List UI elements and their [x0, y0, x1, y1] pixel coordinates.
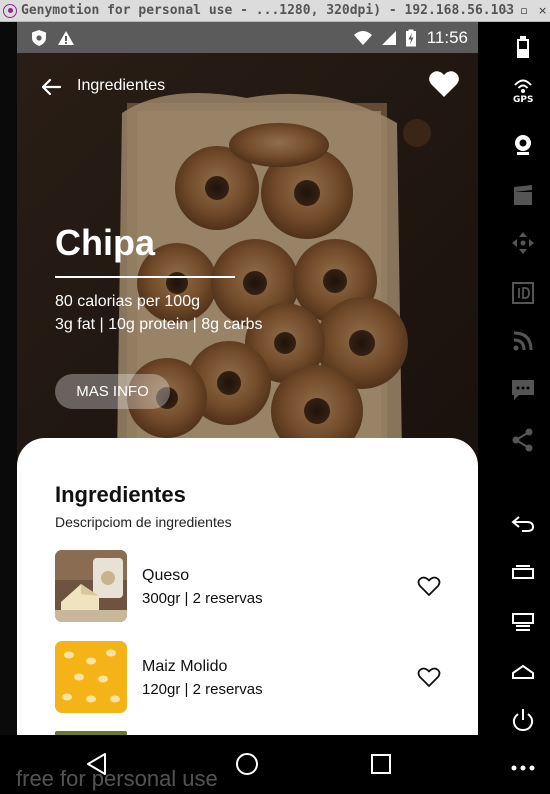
- status-time: 11:56: [426, 27, 468, 47]
- app-bar-title: Ingredientes: [77, 77, 166, 94]
- cheese-thumbnail: [55, 550, 127, 622]
- dish-title: Chipa: [55, 222, 156, 263]
- list-item[interactable]: Maiz Molido 120gr | 2 reservas: [55, 641, 445, 713]
- ingredient-meta: 300gr | 2 reservas: [142, 590, 263, 607]
- heart-filled-icon[interactable]: [428, 69, 460, 99]
- ingredients-description: Descripciom de ingredientes: [55, 514, 232, 530]
- chat-icon[interactable]: [510, 377, 536, 403]
- window-title-bar: Genymotion for personal use - ...1280, 3…: [0, 0, 550, 22]
- list-item[interactable]: Queso 300gr | 2 reservas: [55, 550, 445, 622]
- wifi-icon: [353, 30, 372, 45]
- move-icon[interactable]: [510, 230, 536, 256]
- home-icon[interactable]: [510, 660, 536, 686]
- dish-title-underline: [55, 276, 235, 278]
- clapper-icon[interactable]: [510, 182, 536, 208]
- signal-icon: [381, 30, 396, 45]
- battery-icon: [405, 29, 416, 46]
- phone-screen: 11:56 Ingredientes Chipa 80 calorias per…: [17, 22, 478, 735]
- power-icon[interactable]: [510, 707, 536, 733]
- webcam-icon[interactable]: [510, 132, 536, 158]
- window-controls: - ▫ ×: [502, 0, 547, 22]
- heart-outline-icon[interactable]: [417, 575, 441, 597]
- emulator-window: Genymotion for personal use - ...1280, 3…: [0, 0, 550, 794]
- back-icon[interactable]: [510, 510, 536, 536]
- rss-icon[interactable]: [510, 328, 536, 354]
- arrow-left-icon[interactable]: [39, 75, 63, 99]
- window-title: Genymotion for personal use - ...1280, 3…: [21, 3, 515, 18]
- dish-calories: 80 calorias per 100g: [55, 293, 200, 310]
- status-bar: 11:56: [17, 22, 478, 53]
- app-bar: Ingredientes: [17, 67, 478, 107]
- minimize-button[interactable]: -: [502, 0, 510, 22]
- gps-label: GPS: [513, 95, 534, 105]
- genymotion-logo-icon: [3, 3, 17, 18]
- ingredients-heading: Ingredientes: [55, 482, 186, 507]
- dish-macros: 3g fat | 10g protein | 8g carbs: [55, 316, 263, 333]
- corn-thumbnail: [55, 641, 127, 713]
- recents-square-icon[interactable]: [368, 751, 394, 777]
- maximize-button[interactable]: ▫: [520, 0, 528, 22]
- watermark-text: free for personal use: [16, 766, 218, 791]
- more-icon[interactable]: [510, 755, 536, 781]
- ingredient-meta: 120gr | 2 reservas: [142, 681, 263, 698]
- heart-outline-icon[interactable]: [417, 666, 441, 688]
- share-icon[interactable]: [510, 427, 536, 453]
- home-circle-icon[interactable]: [234, 751, 260, 777]
- id-icon[interactable]: [510, 280, 536, 306]
- warning-icon: [58, 30, 74, 45]
- emulator-side-panel: GPS: [478, 22, 550, 794]
- close-button[interactable]: ×: [538, 0, 547, 22]
- menu-icon[interactable]: [510, 610, 536, 636]
- ingredient-name: Queso: [142, 567, 190, 584]
- recents-icon[interactable]: [510, 560, 536, 586]
- shield-icon: [32, 29, 46, 46]
- ingredients-sheet: Ingredientes Descripciom de ingredientes…: [17, 438, 478, 735]
- more-info-button[interactable]: MAS INFO: [55, 374, 170, 409]
- battery-icon[interactable]: [510, 34, 536, 60]
- ingredient-name: Maiz Molido: [142, 658, 228, 675]
